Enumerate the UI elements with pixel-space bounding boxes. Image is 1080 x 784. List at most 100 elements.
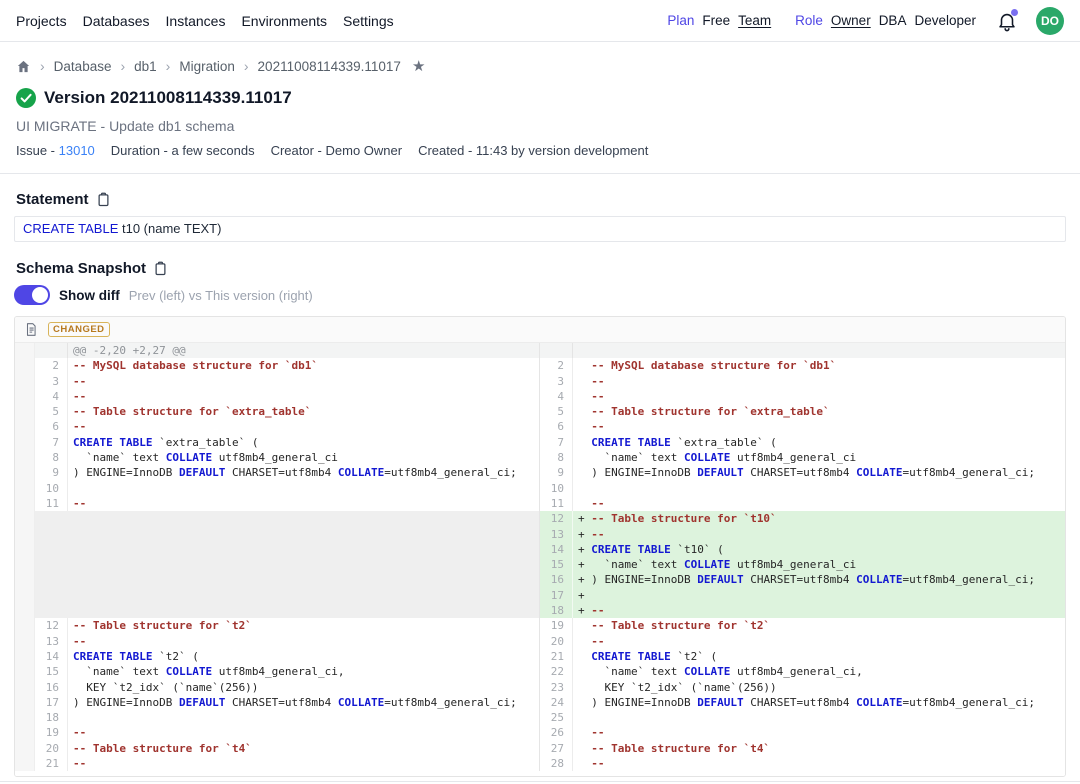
code-text: -- <box>573 725 1065 740</box>
line-number: 12 <box>540 511 573 526</box>
statement-title: Statement <box>16 191 89 208</box>
role-dba: DBA <box>879 13 907 28</box>
code-text: ) ENGINE=InnoDB DEFAULT CHARSET=utf8mb4 … <box>68 465 539 480</box>
version-subtitle: UI MIGRATE - Update db1 schema <box>16 118 1064 134</box>
notification-dot <box>1011 9 1018 16</box>
code-text: CREATE TABLE `extra_table` ( <box>68 435 539 450</box>
diff-line: 11 -- <box>540 496 1065 511</box>
diff-line: 4 -- <box>540 389 1065 404</box>
line-number <box>35 343 68 358</box>
breadcrumb-separator: › <box>244 58 249 74</box>
avatar[interactable]: DO <box>1036 7 1064 35</box>
breadcrumb-item[interactable]: 20211008114339.11017 <box>258 59 401 74</box>
diff-gutter <box>15 618 35 633</box>
diff-gutter <box>15 741 35 756</box>
diff-line: 9 ) ENGINE=InnoDB DEFAULT CHARSET=utf8mb… <box>540 465 1065 480</box>
version-meta: Issue - 13010 Duration - a few seconds C… <box>16 143 1064 158</box>
issue-link[interactable]: 13010 <box>59 143 95 158</box>
line-number: 5 <box>540 404 573 419</box>
nav-right: Plan Free Team Role Owner DBA Developer … <box>667 7 1064 35</box>
plan-free: Free <box>702 13 730 28</box>
diff-line: 6 -- <box>540 419 1065 434</box>
line-number: 7 <box>35 435 68 450</box>
code-text: -- <box>68 374 539 389</box>
line-number: 17 <box>540 588 573 603</box>
diff-line: 10 <box>15 481 539 496</box>
line-number: 11 <box>35 496 68 511</box>
line-number: 14 <box>35 649 68 664</box>
diff-line: 14CREATE TABLE `t2` ( <box>15 649 539 664</box>
show-diff-toggle[interactable] <box>14 285 50 305</box>
favorite-star-icon[interactable]: ★ <box>412 57 425 75</box>
line-number: 10 <box>540 481 573 496</box>
diff-line: 24 ) ENGINE=InnoDB DEFAULT CHARSET=utf8m… <box>540 695 1065 710</box>
code-text: KEY `t2_idx` (`name`(256)) <box>573 680 1065 695</box>
diff-line: 25 <box>540 710 1065 725</box>
breadcrumb-separator: › <box>120 58 125 74</box>
code-text: -- <box>573 374 1065 389</box>
diff-line: 22 `name` text COLLATE utf8mb4_general_c… <box>540 664 1065 679</box>
plan-team-link[interactable]: Team <box>738 13 771 28</box>
code-text: -- <box>573 389 1065 404</box>
diff-placeholder-block <box>15 511 539 618</box>
section-divider <box>0 173 1080 174</box>
code-text: -- Table structure for `t4` <box>68 741 539 756</box>
notification-bell-button[interactable] <box>996 10 1018 32</box>
line-number: 18 <box>35 710 68 725</box>
diff-line: 3 -- <box>540 374 1065 389</box>
role-label: Role <box>795 13 823 28</box>
code-text: CREATE TABLE `extra_table` ( <box>573 435 1065 450</box>
meta-duration: Duration - a few seconds <box>111 143 255 158</box>
diff-line: 13-- <box>15 634 539 649</box>
diff-gutter <box>15 465 35 480</box>
line-number: 4 <box>35 389 68 404</box>
code-text: -- <box>573 634 1065 649</box>
nav-item-projects[interactable]: Projects <box>16 13 67 29</box>
line-number: 23 <box>540 680 573 695</box>
diff-line: 16+ ) ENGINE=InnoDB DEFAULT CHARSET=utf8… <box>540 572 1065 587</box>
breadcrumb: › Database›db1›Migration›20211008114339.… <box>16 57 1064 75</box>
diff-line: 14+ CREATE TABLE `t10` ( <box>540 542 1065 557</box>
nav-item-settings[interactable]: Settings <box>343 13 394 29</box>
line-number: 7 <box>540 435 573 450</box>
code-text: ) ENGINE=InnoDB DEFAULT CHARSET=utf8mb4 … <box>573 695 1065 710</box>
diff-line: 12-- Table structure for `t2` <box>15 618 539 633</box>
line-number: 20 <box>35 741 68 756</box>
diff-line: 15 `name` text COLLATE utf8mb4_general_c… <box>15 664 539 679</box>
code-text: -- <box>68 496 539 511</box>
diff-line: 2 -- MySQL database structure for `db1` <box>540 358 1065 373</box>
role-owner-link[interactable]: Owner <box>831 13 871 28</box>
clipboard-icon <box>153 261 168 276</box>
code-text: KEY `t2_idx` (`name`(256)) <box>68 680 539 695</box>
line-number: 26 <box>540 725 573 740</box>
copy-statement-button[interactable] <box>96 192 111 207</box>
nav-item-instances[interactable]: Instances <box>166 13 226 29</box>
code-text: -- Table structure for `extra_table` <box>573 404 1065 419</box>
diff-gutter <box>15 419 35 434</box>
page-title: Version 20211008114339.11017 <box>44 88 292 108</box>
copy-snapshot-button[interactable] <box>153 261 168 276</box>
code-text: -- Table structure for `t2` <box>573 618 1065 633</box>
diff-pane-previous[interactable]: @@ -2,20 +2,27 @@2-- MySQL database stru… <box>15 343 540 771</box>
line-number: 27 <box>540 741 573 756</box>
nav-item-environments[interactable]: Environments <box>241 13 327 29</box>
diff-line: 4-- <box>15 389 539 404</box>
code-text: -- <box>68 756 539 771</box>
breadcrumb-item[interactable]: Migration <box>179 59 235 74</box>
code-text: + -- Table structure for `t10` <box>573 511 1065 526</box>
diff-hint: Prev (left) vs This version (right) <box>129 288 313 303</box>
breadcrumb-item[interactable]: db1 <box>134 59 157 74</box>
diff-pane-current[interactable]: 2 -- MySQL database structure for `db1`3… <box>540 343 1065 771</box>
home-icon[interactable] <box>16 59 31 74</box>
document-icon <box>24 322 38 337</box>
line-number: 6 <box>35 419 68 434</box>
breadcrumb-separator: › <box>40 58 45 74</box>
diff-line: 7 CREATE TABLE `extra_table` ( <box>540 435 1065 450</box>
diff-gutter <box>15 481 35 496</box>
line-number: 8 <box>540 450 573 465</box>
nav-item-databases[interactable]: Databases <box>83 13 150 29</box>
code-text <box>68 710 539 725</box>
breadcrumb-item[interactable]: Database <box>54 59 112 74</box>
diff-line: 15+ `name` text COLLATE utf8mb4_general_… <box>540 557 1065 572</box>
code-text: + `name` text COLLATE utf8mb4_general_ci <box>573 557 1065 572</box>
